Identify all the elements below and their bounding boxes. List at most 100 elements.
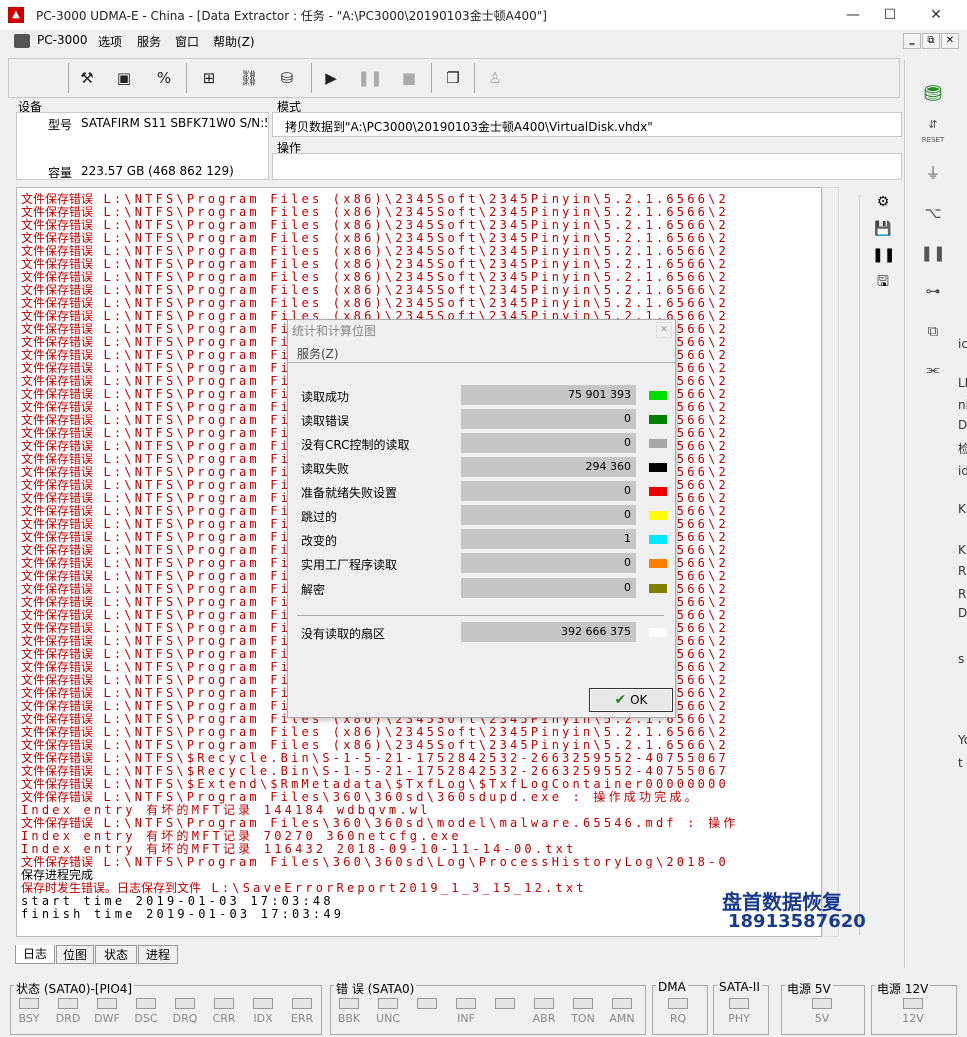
error-title: 错 误 (SATA0) [334,980,417,997]
disk-drive-icon[interactable]: ⛁ [274,64,300,92]
log-path: L:\NTFS\Program Files (x86)\2345Soft\234… [103,218,729,232]
windows-icon[interactable]: ❐ [440,64,466,92]
switch-icon[interactable]: ⌥ [918,198,948,228]
model-label: 型号 [48,118,73,132]
edge-text: K [958,502,966,516]
log-error-prefix: 文件保存错误 [21,647,94,661]
tab-bitmap[interactable]: 位图 [56,945,94,964]
menu-service[interactable]: 服务 [137,33,161,50]
menu-help[interactable]: 帮助(Z) [213,33,255,50]
ok-label: OK [630,693,648,707]
settings-gear-icon[interactable]: ⚙ [872,191,894,213]
stat-color-swatch [648,438,668,449]
stat-label: 没有CRC控制的读取 [301,438,410,452]
unread-color-swatch [648,627,668,638]
pause-log-icon[interactable]: ❚❚ [872,244,895,266]
power12-led [903,998,923,1009]
menu-options[interactable]: 选项 [98,33,122,50]
mdi-close-button[interactable]: ✕ [941,33,959,49]
log-error-prefix: 文件保存错误 [21,283,94,297]
mdi-restore-button[interactable]: ⧉ [922,33,940,49]
ok-button[interactable]: ✔ OK [589,688,673,712]
log-error-prefix: 文件保存错误 [21,257,94,271]
log-error-prefix: 文件保存错误 [21,361,94,375]
log-error-prefix: 文件保存错误 [21,712,94,726]
tools-icon[interactable]: ⚒ [74,64,100,92]
status-led [19,998,39,1009]
log-error-prefix: 文件保存错误 [21,491,94,505]
stop-icon[interactable]: ■ [396,64,422,92]
maximize-button[interactable]: ☐ [867,0,913,30]
log-error-prefix: 文件保存错误 [21,725,94,739]
mdi-minimize-button[interactable]: ‗ [903,33,921,49]
unread-label: 没有读取的扇区 [301,627,386,641]
dialog-menu-divider [288,362,675,363]
save-icon[interactable]: 💾 [872,218,894,240]
log-path: L:\NTFS\Program Files (x86)\2345Soft\234… [103,192,729,206]
stat-color-swatch [648,510,668,521]
stat-value: 75 901 393 [461,385,636,405]
play-icon[interactable]: ▶ [318,64,344,92]
sata-led-label: PHY [728,1012,750,1025]
stat-color-swatch [648,583,668,594]
stat-value: 0 [461,433,636,453]
edge-text: ic [958,337,967,351]
menu-pc3000[interactable]: PC-3000 [37,33,87,47]
pause-icon[interactable]: ❚❚ [357,64,383,92]
percent-icon[interactable]: % [151,64,177,92]
dialog-menu-service[interactable]: 服务(Z) [297,345,339,362]
log-error-prefix: 文件保存错误 [21,322,94,336]
log-error-prefix: 文件保存错误 [21,517,94,531]
edge-text: 检 [958,442,967,456]
menu-window[interactable]: 窗口 [175,33,199,50]
edge-text: DE [958,418,967,432]
tree-icon[interactable]: ⊞ [196,64,222,92]
log-path: L:\NTFS\Program Files (x86)\2345Soft\234… [103,296,729,310]
power12-title: 电源 12V [875,980,931,997]
cable-icon[interactable]: ⫘ [918,354,948,384]
edge-text: s [958,652,965,666]
status-led-label: IDX [253,1012,273,1025]
log-error-prefix: 文件保存错误 [21,387,94,401]
status-led-label: INF [457,1012,475,1025]
tab-process[interactable]: 进程 [138,945,178,964]
status-led [175,998,195,1009]
pause-side-icon[interactable]: ❚❚ [918,238,948,268]
stat-value: 0 [461,578,636,598]
dialog-close-button[interactable]: ✕ [656,322,672,338]
database-icon[interactable]: ⛃ [918,80,948,110]
binoculars-icon[interactable]: ⛓ [236,64,262,92]
power-icon[interactable]: ⏚ [918,158,948,188]
tab-log[interactable]: 日志 [15,945,55,964]
disk-info-icon[interactable]: ▣ [111,64,137,92]
log-error-prefix: 文件保存错误 [21,621,94,635]
app-menu-icon[interactable] [14,34,30,48]
log-prefix: 文件保存错误 [21,816,94,830]
log-text: L:\SaveErrorReport2019_1_3_15_12.txt [211,881,587,895]
tab-status[interactable]: 状态 [95,945,137,964]
log-path: L:\NTFS\Program Files (x86)\2345Soft\234… [103,270,729,284]
log-prefix: 文件保存错误 [21,751,94,765]
close-button[interactable]: ✕ [913,0,959,30]
toolbar-separator [474,63,475,93]
operation-panel [272,153,902,180]
log-error-prefix: 文件保存错误 [21,192,94,206]
save-as-icon[interactable]: 🖫 [872,271,894,293]
log-scrollbar[interactable] [822,187,839,937]
log-prefix: 文件保存错误 [21,764,94,778]
edge-text: R [958,587,967,601]
log-error-prefix: 文件保存错误 [21,426,94,440]
sata-led [729,998,749,1009]
reset-button[interactable]: ⇵ RESET [918,118,948,148]
connector-icon[interactable]: ⊶ [918,276,948,306]
mode-value: 拷贝数据到"A:\PC3000\20190103金士顿A400\VirtualD… [285,120,653,134]
log-text: start time 2019-01-03 17:03:48 [21,894,334,908]
capacity-label: 容量 [48,166,73,180]
log-error-prefix: 文件保存错误 [21,270,94,284]
walk-icon[interactable]: ♙ [482,64,508,92]
log-text: L:\NTFS\Program Files\360\360sd\Log\Proc… [103,855,729,869]
log-error-prefix: 文件保存错误 [21,660,94,674]
copy-icon[interactable]: ⧉ [918,316,948,346]
power5-led-label: 5V [814,1012,830,1025]
log-error-prefix: 文件保存错误 [21,413,94,427]
